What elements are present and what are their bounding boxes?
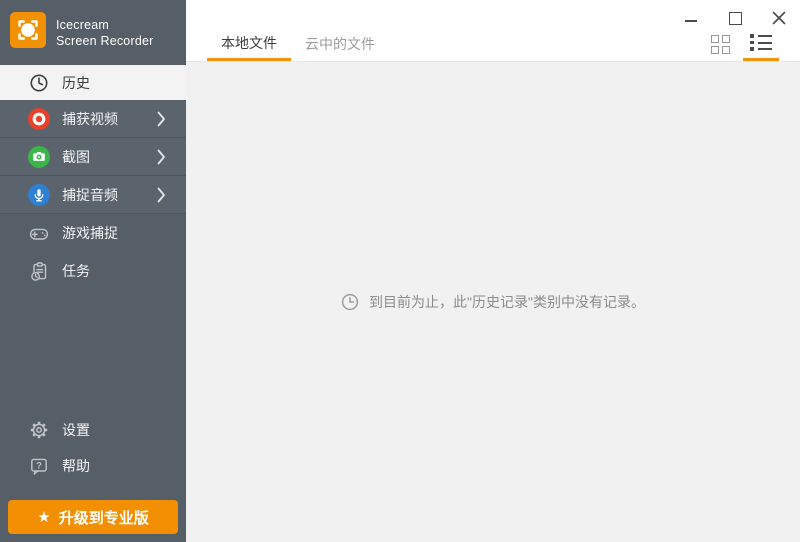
empty-state-message: 到目前为止，此"历史记录"类别中没有记录。 (369, 292, 645, 312)
tab-label: 云中的文件 (305, 34, 375, 54)
file-list-area: 到目前为止，此"历史记录"类别中没有记录。 (186, 62, 800, 542)
clock-icon (28, 72, 50, 94)
sidebar-item-label: 帮助 (62, 456, 90, 476)
maximize-icon (729, 12, 742, 25)
list-view-button[interactable] (743, 27, 779, 61)
close-button[interactable] (764, 4, 794, 32)
gear-icon (28, 419, 50, 441)
app-logo-icon (10, 12, 46, 53)
sidebar-item-label: 截图 (62, 147, 90, 167)
camera-icon (28, 146, 50, 168)
sidebar: Icecream Screen Recorder 历史 捕获视频 (0, 0, 186, 542)
sidebar-item-label: 游戏捕捉 (62, 223, 118, 243)
clock-icon (341, 293, 359, 311)
list-view-icon (750, 34, 772, 51)
tab-cloud-files[interactable]: 云中的文件 (291, 27, 389, 61)
brand-line1: Icecream (56, 17, 154, 33)
main-area: 本地文件 云中的文件 (186, 0, 800, 542)
tab-local-files[interactable]: 本地文件 (207, 27, 291, 61)
chevron-right-icon (157, 187, 166, 203)
svg-text:?: ? (36, 460, 42, 471)
minimize-icon (685, 20, 697, 22)
window-controls (662, 4, 794, 32)
maximize-button[interactable] (720, 4, 750, 32)
grid-view-button[interactable] (702, 27, 738, 61)
microphone-icon (28, 184, 50, 206)
sidebar-item-capture-video[interactable]: 捕获视频 (0, 100, 186, 138)
sidebar-item-help[interactable]: ? 帮助 (0, 448, 186, 484)
tab-label: 本地文件 (221, 33, 277, 53)
grid-view-icon (711, 35, 730, 54)
sidebar-footer: 设置 ? 帮助 ★ 升级到专业版 (0, 412, 186, 542)
chevron-right-icon (157, 149, 166, 165)
sidebar-item-screenshot[interactable]: 截图 (0, 138, 186, 176)
empty-state: 到目前为止，此"历史记录"类别中没有记录。 (341, 292, 645, 312)
record-icon (28, 108, 50, 130)
close-icon (772, 11, 786, 25)
sidebar-item-history[interactable]: 历史 (0, 65, 186, 100)
star-icon: ★ (37, 508, 50, 526)
brand-line2: Screen Recorder (56, 33, 154, 49)
sidebar-item-capture-audio[interactable]: 捕捉音频 (0, 176, 186, 214)
sidebar-item-label: 捕捉音频 (62, 185, 118, 205)
upgrade-to-pro-button[interactable]: ★ 升级到专业版 (8, 500, 178, 534)
app-brand: Icecream Screen Recorder (0, 0, 186, 65)
gamepad-icon (28, 222, 50, 244)
sidebar-item-label: 任务 (62, 261, 90, 281)
view-toggle-group (702, 27, 779, 61)
sidebar-item-settings[interactable]: 设置 (0, 412, 186, 448)
app-window: Icecream Screen Recorder 历史 捕获视频 (0, 0, 800, 542)
help-bubble-icon: ? (28, 455, 50, 477)
sidebar-item-game-capture[interactable]: 游戏捕捉 (0, 214, 186, 252)
sidebar-item-label: 设置 (62, 420, 90, 440)
chevron-right-icon (157, 111, 166, 127)
top-bar: 本地文件 云中的文件 (186, 0, 800, 62)
sidebar-item-label: 历史 (62, 73, 90, 93)
sidebar-item-label: 捕获视频 (62, 109, 118, 129)
upgrade-button-label: 升级到专业版 (59, 507, 149, 528)
clipboard-clock-icon (28, 260, 50, 282)
file-tabs: 本地文件 云中的文件 (207, 27, 389, 61)
minimize-button[interactable] (676, 4, 706, 32)
sidebar-item-tasks[interactable]: 任务 (0, 252, 186, 290)
